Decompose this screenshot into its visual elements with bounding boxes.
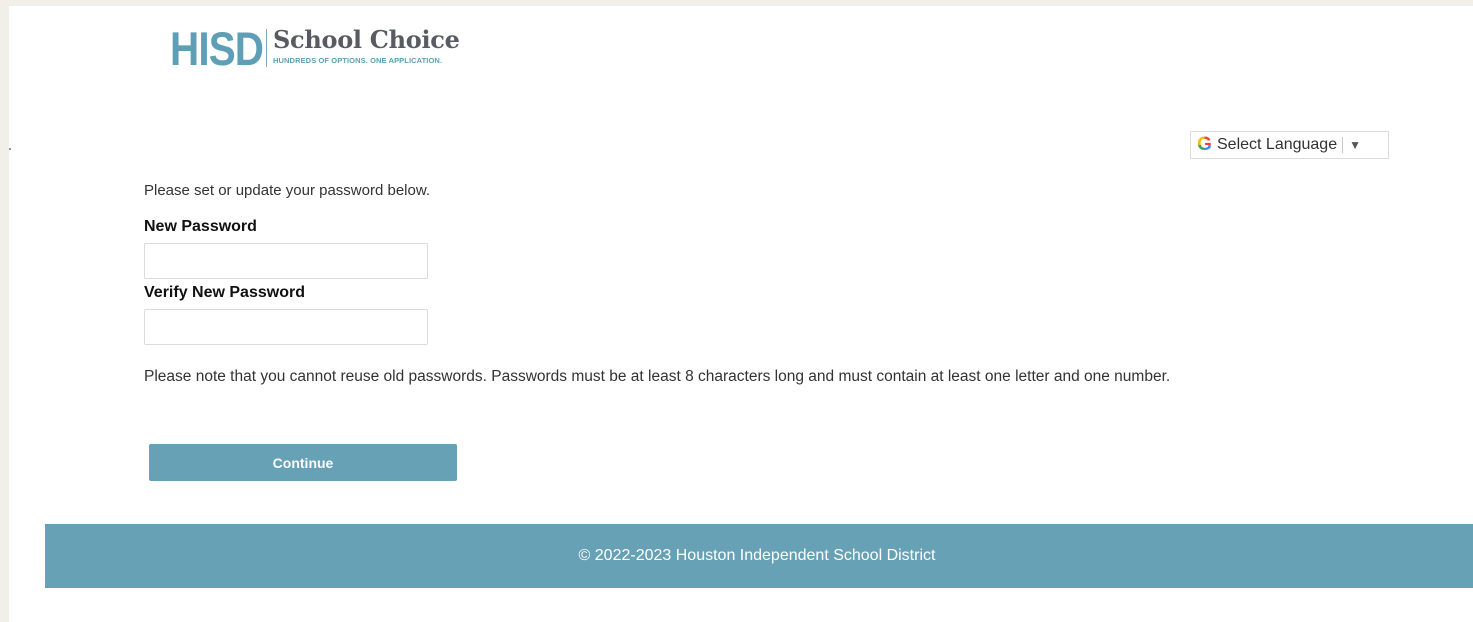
password-requirements-note: Please note that you cannot reuse old pa…: [144, 368, 1171, 385]
verify-password-label: Verify New Password: [144, 284, 305, 301]
logo-text: School Choice HUNDREDS OF OPTIONS. ONE A…: [273, 24, 460, 66]
verify-password-field[interactable]: [144, 309, 428, 345]
page: HISD School Choice HUNDREDS OF OPTIONS. …: [9, 6, 1473, 622]
new-password-label: New Password: [144, 218, 257, 235]
edge-artifact: [9, 148, 11, 150]
instruction-text: Please set or update your password below…: [144, 182, 431, 199]
logo-mark: HISD: [170, 22, 264, 75]
logo-tagline: HUNDREDS OF OPTIONS. ONE APPLICATION.: [273, 56, 443, 65]
new-password-field[interactable]: [144, 243, 428, 279]
continue-button[interactable]: Continue: [149, 444, 457, 481]
select-language-dropdown[interactable]: G Select Language ▼: [1190, 131, 1389, 159]
google-g-icon: G: [1197, 134, 1212, 155]
footer: © 2022-2023 Houston Independent School D…: [45, 524, 1473, 588]
copyright-text: © 2022-2023 Houston Independent School D…: [578, 547, 936, 564]
hisd-school-choice-logo[interactable]: HISD School Choice HUNDREDS OF OPTIONS. …: [170, 24, 460, 74]
logo-title: School Choice: [273, 25, 460, 54]
chevron-down-icon: ▼: [1349, 138, 1361, 152]
logo-divider: [266, 29, 267, 67]
dropdown-divider: [1342, 137, 1344, 153]
select-language-label: Select Language: [1217, 136, 1338, 153]
